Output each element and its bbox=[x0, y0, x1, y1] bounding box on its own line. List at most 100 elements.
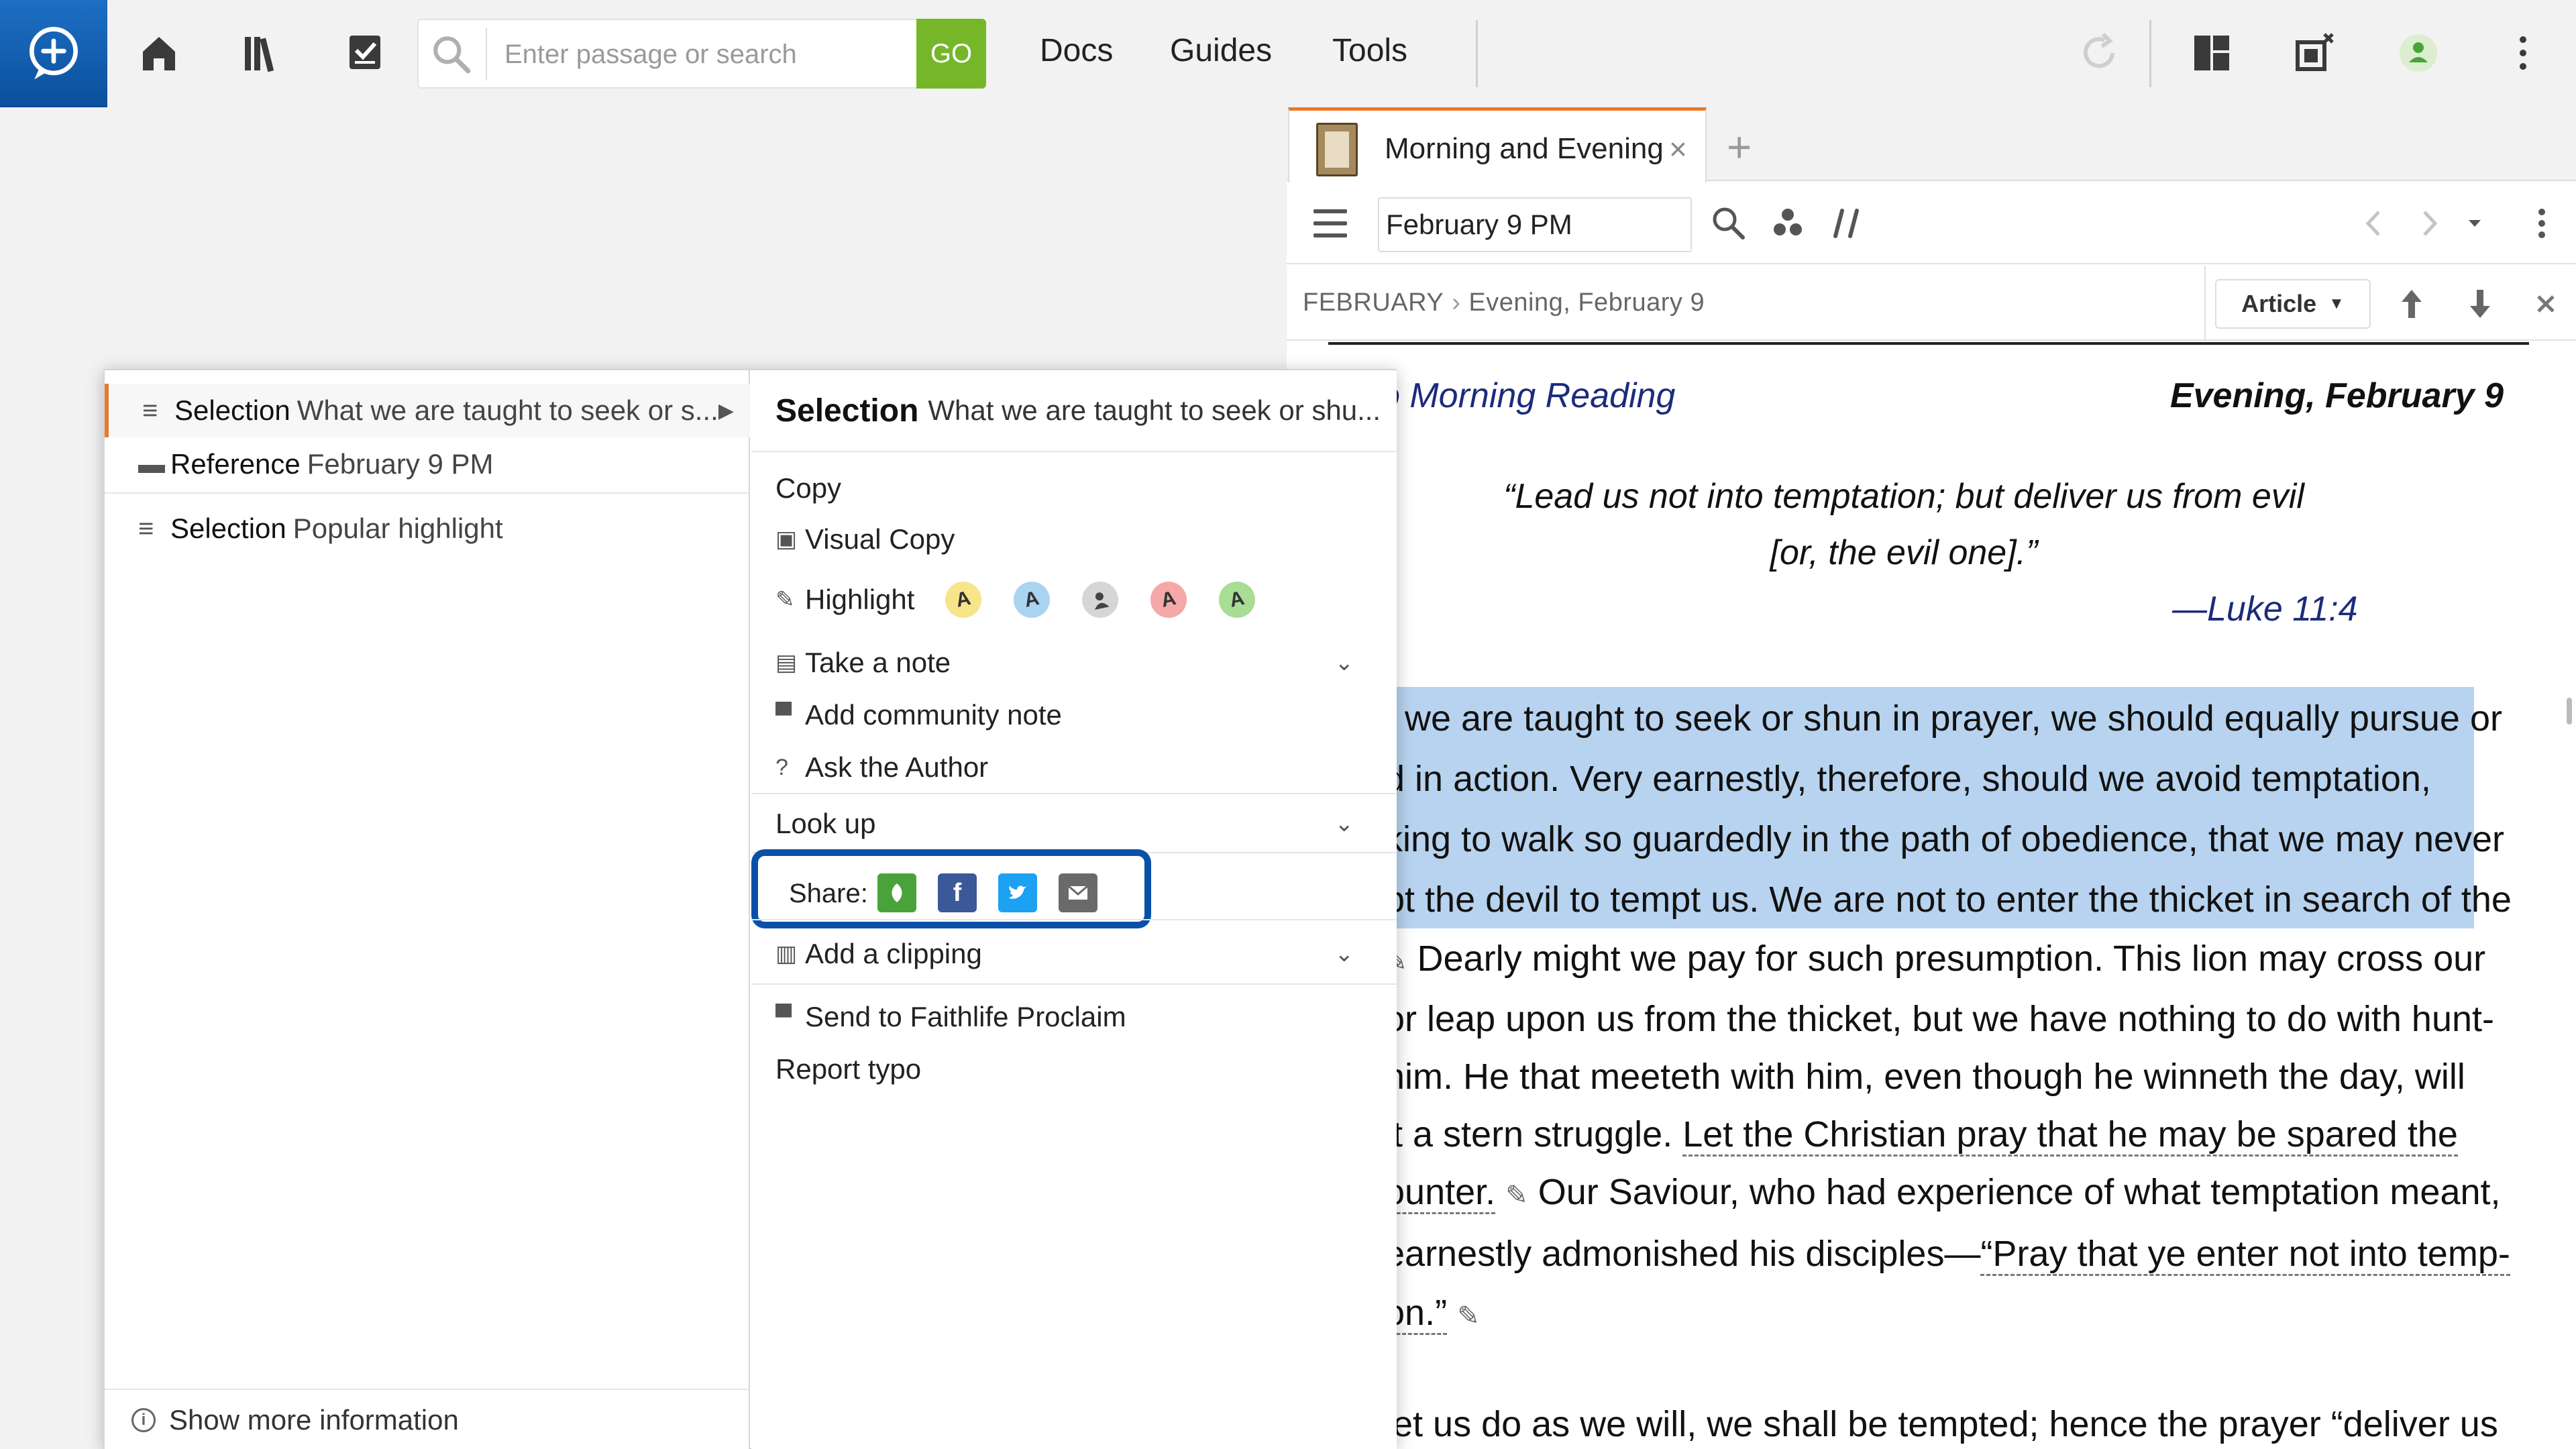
forward-icon[interactable] bbox=[2408, 203, 2450, 244]
library-icon[interactable] bbox=[236, 27, 288, 79]
article-line[interactable]: or leap upon us from the thicket, but we… bbox=[1385, 998, 2494, 1040]
article-line-text: Our Saviour, who had experience of what … bbox=[1538, 1172, 2501, 1212]
highlight-green-swatch[interactable]: A bbox=[1216, 578, 1259, 622]
highlight-yellow-swatch[interactable]: A bbox=[942, 578, 985, 622]
back-icon[interactable] bbox=[2353, 203, 2395, 244]
pencil-icon[interactable]: ✎ bbox=[1505, 1181, 1528, 1210]
article-line[interactable]: let us do as we will, we shall be tempte… bbox=[1385, 1403, 2498, 1445]
facebook-icon[interactable]: f bbox=[938, 873, 977, 912]
home-icon[interactable] bbox=[133, 27, 185, 79]
tab-bar: Morning and Evening × + bbox=[1287, 107, 2576, 182]
highlight-person-swatch[interactable] bbox=[1079, 578, 1122, 622]
more-icon[interactable] bbox=[2521, 203, 2563, 244]
add-a-clipping-menu-item[interactable]: ▥ Add a clipping ⌄ bbox=[751, 928, 1397, 979]
menu-item-value: February 9 PM bbox=[307, 448, 494, 480]
article-line[interactable]: pt the devil to tempt us. We are not to … bbox=[1385, 879, 2512, 920]
reference-input[interactable] bbox=[1378, 197, 1692, 252]
add-tab-icon[interactable]: + bbox=[1727, 122, 1752, 172]
go-button[interactable]: GO bbox=[916, 19, 986, 89]
article-line[interactable]: ✎ Dearly might we pay for such presumpti… bbox=[1385, 938, 2485, 979]
visual-filter-icon[interactable] bbox=[1767, 203, 1809, 244]
more-icon[interactable] bbox=[2497, 27, 2549, 79]
article-line[interactable]: t we are taught to seek or shun in praye… bbox=[1385, 698, 2502, 739]
checklist-icon[interactable] bbox=[339, 27, 392, 79]
look-up-label: Look up bbox=[775, 808, 876, 839]
show-more-information-button[interactable]: i Show more information bbox=[105, 1389, 750, 1449]
copy-menu-item[interactable]: Copy bbox=[751, 463, 1397, 514]
scrollbar[interactable] bbox=[2561, 342, 2576, 1449]
article-line[interactable]: him. He that meeteth with him, even thou… bbox=[1385, 1056, 2471, 1097]
divider bbox=[2149, 20, 2151, 87]
scrollbar-thumb[interactable] bbox=[2567, 698, 2572, 724]
scripture-reference-link[interactable]: —Luke 11:4 bbox=[2172, 589, 2358, 629]
search-input[interactable] bbox=[504, 31, 840, 78]
divider bbox=[1476, 20, 1478, 87]
show-more-information-label: Show more information bbox=[169, 1404, 459, 1436]
report-typo-menu-item[interactable]: Report typo bbox=[751, 1044, 1397, 1095]
send-to-proclaim-menu-item[interactable]: ▀ Send to Faithlife Proclaim bbox=[751, 991, 1397, 1042]
popular-highlight-text[interactable]: ounter. bbox=[1385, 1172, 1496, 1214]
question-icon: ? bbox=[775, 754, 788, 780]
nav-tools[interactable]: Tools bbox=[1332, 32, 1407, 69]
article-line[interactable]: on.” ✎ bbox=[1385, 1292, 2471, 1335]
breadcrumb-separator: › bbox=[1452, 288, 1461, 317]
visual-copy-menu-item[interactable]: ▣ Visual Copy bbox=[751, 514, 1397, 565]
breadcrumb-month[interactable]: FEBRUARY bbox=[1303, 288, 1444, 317]
chevron-down-icon[interactable]: ⌄ bbox=[1335, 941, 1354, 967]
divider bbox=[2204, 266, 2206, 341]
close-icon[interactable] bbox=[2526, 284, 2565, 323]
pencil-icon[interactable]: ✎ bbox=[1457, 1301, 1480, 1331]
article-line[interactable]: d in action. Very earnestly, therefore, … bbox=[1385, 758, 2471, 800]
close-panels-icon[interactable] bbox=[2289, 27, 2341, 79]
tab-morning-and-evening[interactable]: Morning and Evening × bbox=[1288, 107, 1707, 182]
article-heading: Evening, February 9 bbox=[2169, 376, 2504, 415]
divider bbox=[751, 793, 1397, 794]
close-icon[interactable]: × bbox=[1669, 131, 1687, 167]
logos-logo-icon[interactable] bbox=[0, 0, 107, 107]
arrow-up-icon[interactable] bbox=[2392, 284, 2431, 323]
article-line[interactable]: it a stern struggle. Let the Christian p… bbox=[1385, 1114, 2471, 1157]
nav-docs[interactable]: Docs bbox=[1040, 32, 1113, 69]
nav-guides[interactable]: Guides bbox=[1170, 32, 1272, 69]
text-lines-icon: ≡ bbox=[142, 395, 158, 425]
article-line[interactable]: king to walk so guardedly in the path of… bbox=[1385, 818, 2504, 860]
menu-reference-item[interactable]: ▬ Reference February 9 PM bbox=[105, 437, 750, 491]
menu-icon[interactable] bbox=[1313, 209, 1347, 237]
user-icon[interactable] bbox=[2392, 27, 2445, 79]
ask-the-author-menu-item[interactable]: ? Ask the Author bbox=[751, 742, 1397, 793]
chevron-down-icon[interactable]: ⌄ bbox=[1335, 649, 1354, 676]
article-view-dropdown[interactable]: Article ▼ bbox=[2215, 279, 2371, 329]
menu-popular-highlight-item[interactable]: ≡ Selection Popular highlight bbox=[105, 502, 750, 555]
text-lines-icon: ≡ bbox=[138, 513, 154, 543]
history-dropdown-icon[interactable] bbox=[2454, 203, 2496, 244]
email-icon[interactable] bbox=[1059, 873, 1097, 912]
sync-icon[interactable] bbox=[2073, 27, 2125, 79]
layout-icon[interactable] bbox=[2186, 27, 2238, 79]
highlight-menu-item[interactable]: ✎ Highlight A A A A bbox=[751, 574, 1397, 625]
arrow-down-icon[interactable] bbox=[2461, 284, 2500, 323]
search-divider bbox=[486, 28, 487, 80]
breadcrumb-entry[interactable]: Evening, February 9 bbox=[1468, 288, 1705, 317]
search-icon[interactable] bbox=[1708, 203, 1750, 244]
highlight-blue-swatch[interactable]: A bbox=[1010, 578, 1054, 622]
article-line-text: Dearly might we pay for such presumption… bbox=[1417, 938, 2486, 979]
highlight-red-swatch[interactable]: A bbox=[1147, 578, 1191, 622]
parallel-resources-icon[interactable] bbox=[1826, 203, 1868, 244]
popular-highlight-text[interactable]: Let the Christian pray that he may be sp… bbox=[1682, 1114, 2458, 1157]
faithlife-share-icon[interactable] bbox=[877, 873, 916, 912]
look-up-menu-item[interactable]: Look up ⌄ bbox=[751, 798, 1397, 849]
menu-selection-item[interactable]: ≡ Selection What we are taught to seek o… bbox=[105, 384, 750, 437]
article-line[interactable]: earnestly admonished his disciples—“Pray… bbox=[1385, 1233, 2510, 1276]
article-line[interactable]: ounter. ✎ Our Saviour, who had experienc… bbox=[1385, 1171, 2501, 1214]
twitter-icon[interactable] bbox=[998, 873, 1037, 912]
chevron-down-icon[interactable]: ⌄ bbox=[1335, 810, 1354, 837]
add-community-note-menu-item[interactable]: ▀ Add community note bbox=[751, 690, 1397, 741]
divider bbox=[751, 919, 1397, 920]
comment-icon: ▀ bbox=[775, 702, 792, 728]
take-a-note-menu-item[interactable]: ▤ Take a note ⌄ bbox=[751, 637, 1397, 688]
search-icon bbox=[429, 32, 474, 76]
popular-highlight-text[interactable]: “Pray that ye enter not into temp- bbox=[1980, 1234, 2510, 1276]
context-menu-right-pane: Selection What we are taught to seek or … bbox=[751, 370, 1397, 1449]
person-icon bbox=[1095, 592, 1110, 610]
morning-reading-link[interactable]: o Morning Reading bbox=[1381, 376, 1675, 416]
